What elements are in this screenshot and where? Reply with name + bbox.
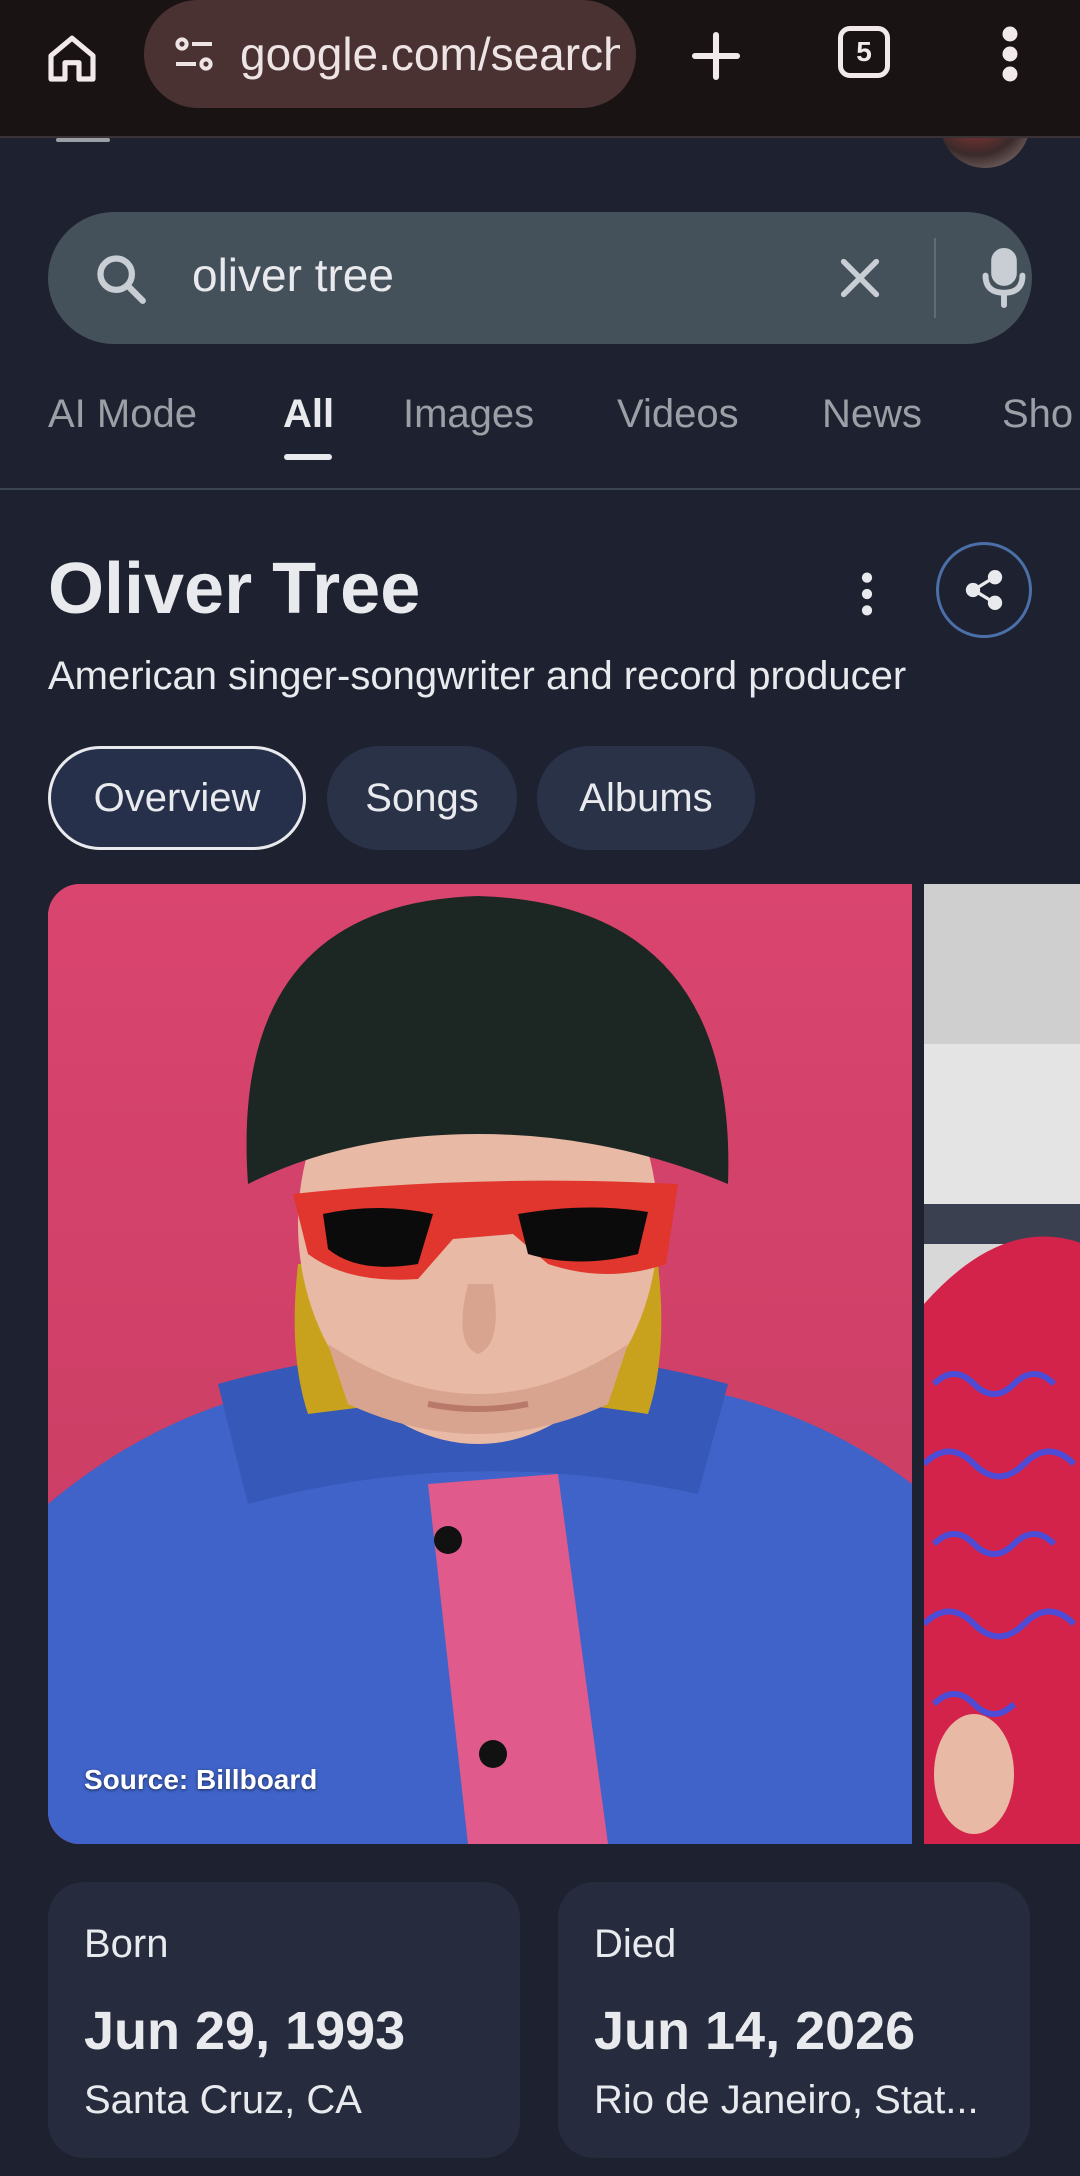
chip-overview[interactable]: Overview (48, 746, 306, 850)
died-card[interactable]: Died Jun 14, 2026 Rio de Janeiro, Stat..… (558, 1882, 1030, 2158)
mic-icon[interactable] (974, 246, 1034, 310)
tune-icon[interactable] (170, 30, 218, 78)
search-box[interactable]: oliver tree (48, 212, 1032, 344)
page-title: Oliver Tree (48, 549, 421, 629)
tabs-divider (0, 488, 1080, 490)
born-place: Santa Cruz, CA (84, 2078, 362, 2122)
menu-icon[interactable] (56, 138, 110, 142)
died-date: Jun 14, 2026 (594, 2001, 916, 2061)
screen: google.com/search 5 oliver tree AI Mode … (0, 0, 1080, 2176)
tab-news[interactable]: News (822, 392, 922, 437)
tabs-icon[interactable]: 5 (834, 22, 894, 82)
plus-icon[interactable] (676, 16, 756, 96)
search-input[interactable]: oliver tree (192, 248, 394, 302)
more-vert-icon[interactable] (850, 566, 884, 622)
born-date: Jun 29, 1993 (84, 2001, 406, 2061)
address-bar[interactable]: google.com/search (144, 0, 636, 108)
url-text[interactable]: google.com/search (240, 27, 620, 81)
tab-all[interactable]: All (283, 392, 334, 437)
chip-songs[interactable]: Songs (327, 746, 517, 850)
born-label: Born (84, 1922, 169, 1966)
entity-description: American singer-songwriter and record pr… (48, 654, 907, 698)
more-vert-icon[interactable] (980, 20, 1040, 88)
chip-albums[interactable]: Albums (537, 746, 755, 850)
search-icon[interactable] (92, 250, 150, 308)
share-button[interactable] (936, 542, 1032, 638)
tab-shopping[interactable]: Sho (1002, 392, 1073, 437)
entity-photo[interactable] (48, 884, 912, 1844)
image-source-label: Source: Billboard (84, 1764, 318, 1795)
search-divider (934, 238, 936, 318)
close-icon[interactable] (832, 250, 888, 306)
share-icon (962, 568, 1006, 612)
avatar[interactable] (940, 138, 1030, 168)
died-label: Died (594, 1922, 677, 1966)
tab-videos[interactable]: Videos (617, 392, 739, 437)
home-icon[interactable] (36, 22, 108, 94)
tab-images[interactable]: Images (403, 392, 534, 437)
entity-photo-secondary[interactable] (924, 884, 1080, 1844)
google-logo (400, 138, 680, 154)
tab-count: 5 (838, 26, 890, 78)
born-card[interactable]: Born Jun 29, 1993 Santa Cruz, CA (48, 1882, 520, 2158)
browser-toolbar: google.com/search 5 (0, 0, 1080, 138)
died-place: Rio de Janeiro, Stat... (594, 2078, 979, 2122)
google-header-remnant (0, 138, 1080, 168)
tab-ai-mode[interactable]: AI Mode (48, 392, 197, 437)
active-tab-indicator (284, 454, 332, 460)
search-tabs: AI Mode All Images Videos News Sho (0, 380, 1080, 490)
